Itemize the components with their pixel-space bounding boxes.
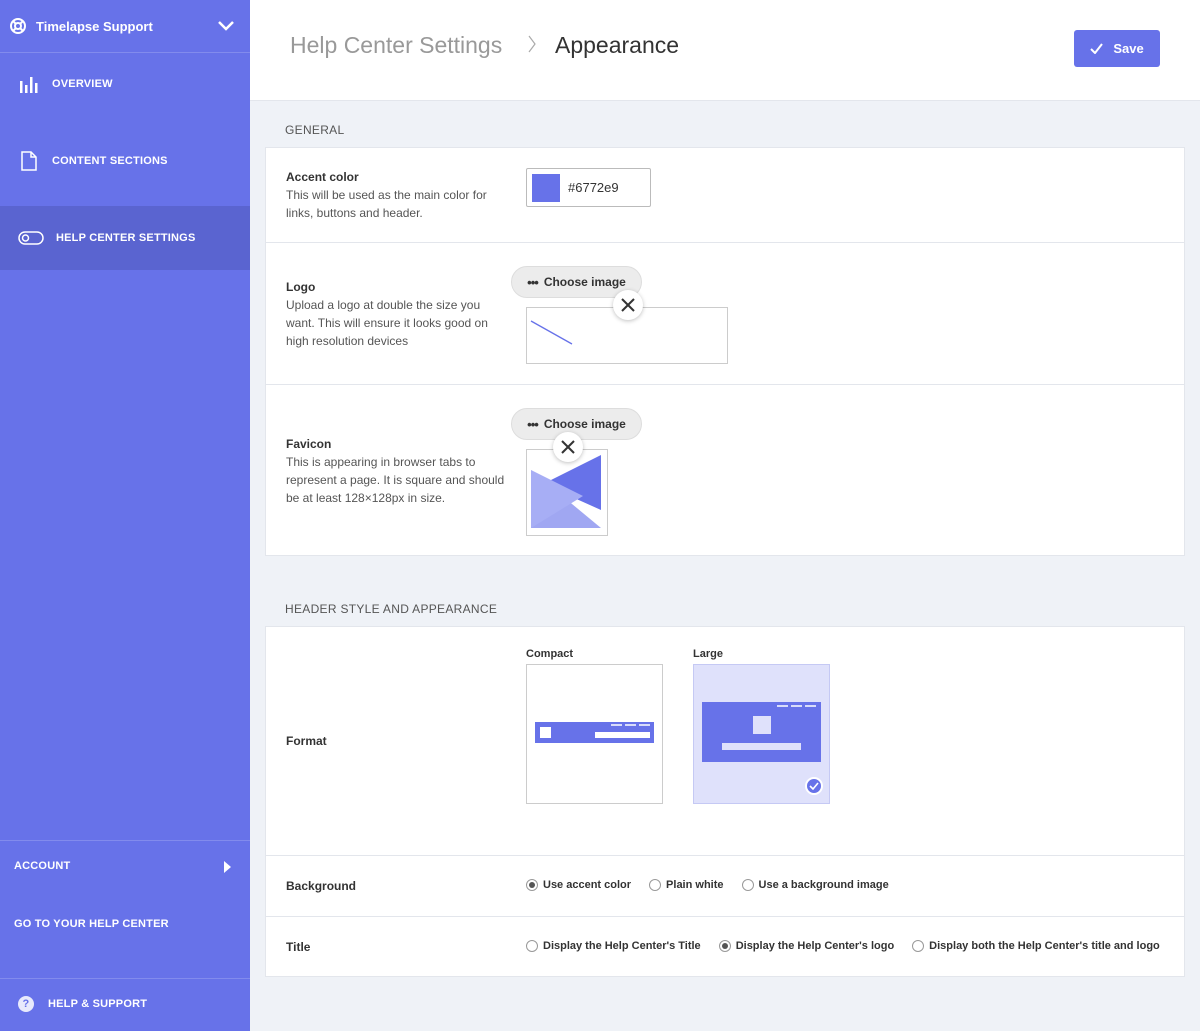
sidebar-item-label: CONTENT SECTIONS [52, 155, 168, 167]
format-option-compact[interactable] [526, 664, 663, 804]
save-label: Save [1113, 41, 1144, 56]
breadcrumb-separator-icon [528, 35, 536, 53]
sidebar: Timelapse Support OVERVIEW CONTENT SECTI… [0, 0, 250, 1031]
lifebuoy-icon [10, 18, 26, 34]
toggle-icon [18, 227, 44, 249]
account-link[interactable]: ACCOUNT [14, 860, 70, 872]
favicon-label: Favicon [286, 437, 332, 451]
accent-color-description: This will be used as the main color for … [286, 188, 487, 220]
background-row: Background Use accent color Plain white … [266, 856, 1184, 917]
favicon-row: Favicon This is appearing in browser tab… [266, 385, 1184, 555]
app-title: Timelapse Support [36, 18, 153, 34]
radio-button[interactable] [649, 879, 662, 891]
app-switcher[interactable]: Timelapse Support [0, 0, 250, 53]
format-row: Format Compact Large [266, 627, 1184, 856]
title-option-logo[interactable]: Display the Help Center's logo [718, 940, 895, 952]
selected-check-icon [805, 777, 823, 795]
sidebar-item-label: OVERVIEW [52, 78, 113, 90]
sidebar-item-label: HELP CENTER SETTINGS [56, 232, 196, 244]
remove-logo-button[interactable] [613, 290, 643, 320]
title-option-both[interactable]: Display both the Help Center's title and… [912, 940, 1160, 952]
radio-button[interactable] [912, 940, 925, 952]
help-support-link[interactable]: ? HELP & SUPPORT [18, 996, 147, 1012]
bar-chart-icon [18, 73, 40, 95]
help-support-label: HELP & SUPPORT [48, 998, 148, 1010]
title-row: Title Display the Help Center's Title Di… [266, 917, 1184, 977]
format-option-label: Large [693, 648, 723, 660]
background-radio-group: Use accent color Plain white Use a backg… [526, 879, 907, 891]
sidebar-item-overview[interactable]: OVERVIEW [0, 52, 250, 116]
accent-color-input[interactable]: #6772e9 [526, 168, 651, 207]
chevron-down-icon[interactable] [218, 21, 234, 31]
radio-label: Display the Help Center's logo [735, 940, 895, 952]
breadcrumb-parent[interactable]: Help Center Settings [290, 32, 502, 59]
background-option-image[interactable]: Use a background image [741, 879, 889, 891]
accent-color-label: Accent color [286, 170, 359, 184]
radio-button[interactable] [718, 940, 731, 952]
sidebar-item-content-sections[interactable]: CONTENT SECTIONS [0, 129, 250, 193]
radio-label: Display the Help Center's Title [543, 940, 701, 952]
radio-label: Use a background image [758, 879, 889, 891]
compact-header-illustration [535, 722, 654, 743]
checkmark-icon [1090, 43, 1104, 54]
choose-image-label: Choose image [543, 417, 626, 431]
header-style-card: Format Compact Large Background Use acce… [265, 626, 1185, 977]
radio-label: Display both the Help Center's title and… [929, 940, 1160, 952]
accent-color-swatch[interactable] [532, 173, 560, 202]
page-title: Appearance [555, 32, 680, 58]
radio-label: Use accent color [543, 879, 632, 891]
document-icon [18, 150, 40, 172]
logo-label: Logo [286, 280, 316, 294]
section-title-general: GENERAL [285, 123, 345, 137]
divider [0, 840, 250, 841]
ellipsis-icon: ••• [527, 416, 539, 432]
sidebar-item-help-center-settings[interactable]: HELP CENTER SETTINGS [0, 206, 250, 270]
background-label: Background [286, 879, 357, 893]
general-card: Accent color This will be used as the ma… [265, 147, 1185, 556]
radio-button[interactable] [526, 879, 538, 891]
radio-label: Plain white [666, 879, 724, 891]
logo-description: Upload a logo at double the size you wan… [286, 298, 488, 348]
save-button[interactable]: Save [1074, 30, 1160, 67]
ellipsis-icon: ••• [527, 274, 539, 290]
favicon-preview [526, 449, 608, 536]
divider [0, 978, 250, 979]
radio-button[interactable] [741, 879, 754, 891]
close-icon [561, 440, 575, 454]
accent-color-row: Accent color This will be used as the ma… [266, 148, 1184, 243]
format-option-large[interactable] [693, 664, 830, 804]
title-radio-group: Display the Help Center's Title Display … [526, 940, 1178, 952]
favicon-image [531, 455, 601, 528]
title-option-title[interactable]: Display the Help Center's Title [526, 940, 701, 952]
close-icon [621, 298, 635, 312]
go-to-help-center-link[interactable]: GO TO YOUR HELP CENTER [14, 918, 169, 930]
caret-right-icon[interactable] [224, 861, 231, 873]
logo-row: Logo Upload a logo at double the size yo… [266, 243, 1184, 385]
page-header: Help Center Settings Appearance Save [250, 0, 1200, 101]
background-option-accent[interactable]: Use accent color [526, 879, 631, 891]
choose-image-label: Choose image [543, 275, 626, 289]
format-label: Format [286, 734, 327, 748]
format-option-label: Compact [526, 648, 574, 660]
accent-color-value: #6772e9 [568, 180, 619, 195]
section-title-header-style: HEADER STYLE AND APPEARANCE [285, 602, 498, 616]
favicon-description: This is appearing in browser tabs to rep… [286, 455, 505, 505]
title-label: Title [286, 940, 311, 954]
remove-favicon-button[interactable] [553, 432, 583, 462]
question-icon: ? [18, 996, 34, 1012]
radio-button[interactable] [526, 940, 538, 952]
background-option-white[interactable]: Plain white [649, 879, 724, 891]
